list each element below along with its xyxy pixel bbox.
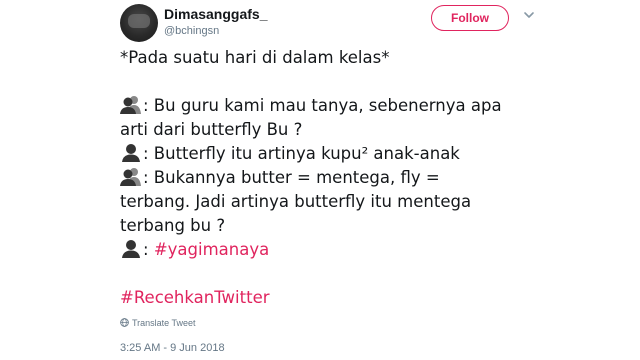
hashtag-link[interactable]: #RecehkanTwitter bbox=[120, 288, 270, 307]
tweet-text: *Pada suatu hari di dalam kelas* : Bu gu… bbox=[120, 46, 520, 310]
tweet-line: : #yagimanaya bbox=[120, 238, 520, 262]
busts-in-silhouette-icon bbox=[120, 168, 141, 186]
bust-in-silhouette-icon bbox=[122, 240, 140, 258]
tweet-timestamp[interactable]: 3:25 AM - 9 Jun 2018 bbox=[120, 342, 225, 354]
tweet-line: terbang bu ? bbox=[120, 216, 226, 235]
busts-in-silhouette-icon bbox=[120, 96, 141, 114]
follow-button[interactable]: Follow bbox=[431, 5, 509, 31]
display-name[interactable]: Dimasanggafs_ bbox=[164, 6, 267, 22]
translate-tweet-link[interactable]: Translate Tweet bbox=[120, 318, 196, 328]
translate-tweet-label[interactable]: Translate Tweet bbox=[132, 318, 196, 328]
tweet-line-text: : Bu guru kami mau tanya, sebenernya apa bbox=[143, 96, 502, 115]
tweet-line: : Butterfly itu artinya kupu² anak-anak bbox=[120, 142, 520, 166]
user-handle[interactable]: @bchingsn bbox=[164, 25, 219, 37]
tweet-line: *Pada suatu hari di dalam kelas* bbox=[120, 48, 390, 67]
chevron-down-icon[interactable] bbox=[522, 8, 536, 22]
bust-in-silhouette-icon bbox=[122, 144, 140, 162]
avatar[interactable] bbox=[120, 4, 158, 42]
tweet-line: #RecehkanTwitter bbox=[120, 286, 520, 310]
tweet-header: Dimasanggafs_ @bchingsn Follow bbox=[112, 0, 542, 48]
tweet-line: terbang. Jadi artinya butterfly itu ment… bbox=[120, 192, 472, 211]
tweet-line-text: : bbox=[143, 240, 154, 259]
tweet-line-text: : Butterfly itu artinya kupu² anak-anak bbox=[143, 144, 460, 163]
globe-icon bbox=[120, 318, 129, 327]
hashtag-link[interactable]: #yagimanaya bbox=[154, 240, 269, 259]
tweet-line-text: : Bukannya butter = mentega, fly = bbox=[143, 168, 440, 187]
tweet-line: : Bukannya butter = mentega, fly = bbox=[120, 166, 520, 190]
tweet-line: : Bu guru kami mau tanya, sebenernya apa bbox=[120, 94, 520, 118]
tweet-line: arti dari butterfly Bu ? bbox=[120, 120, 303, 139]
